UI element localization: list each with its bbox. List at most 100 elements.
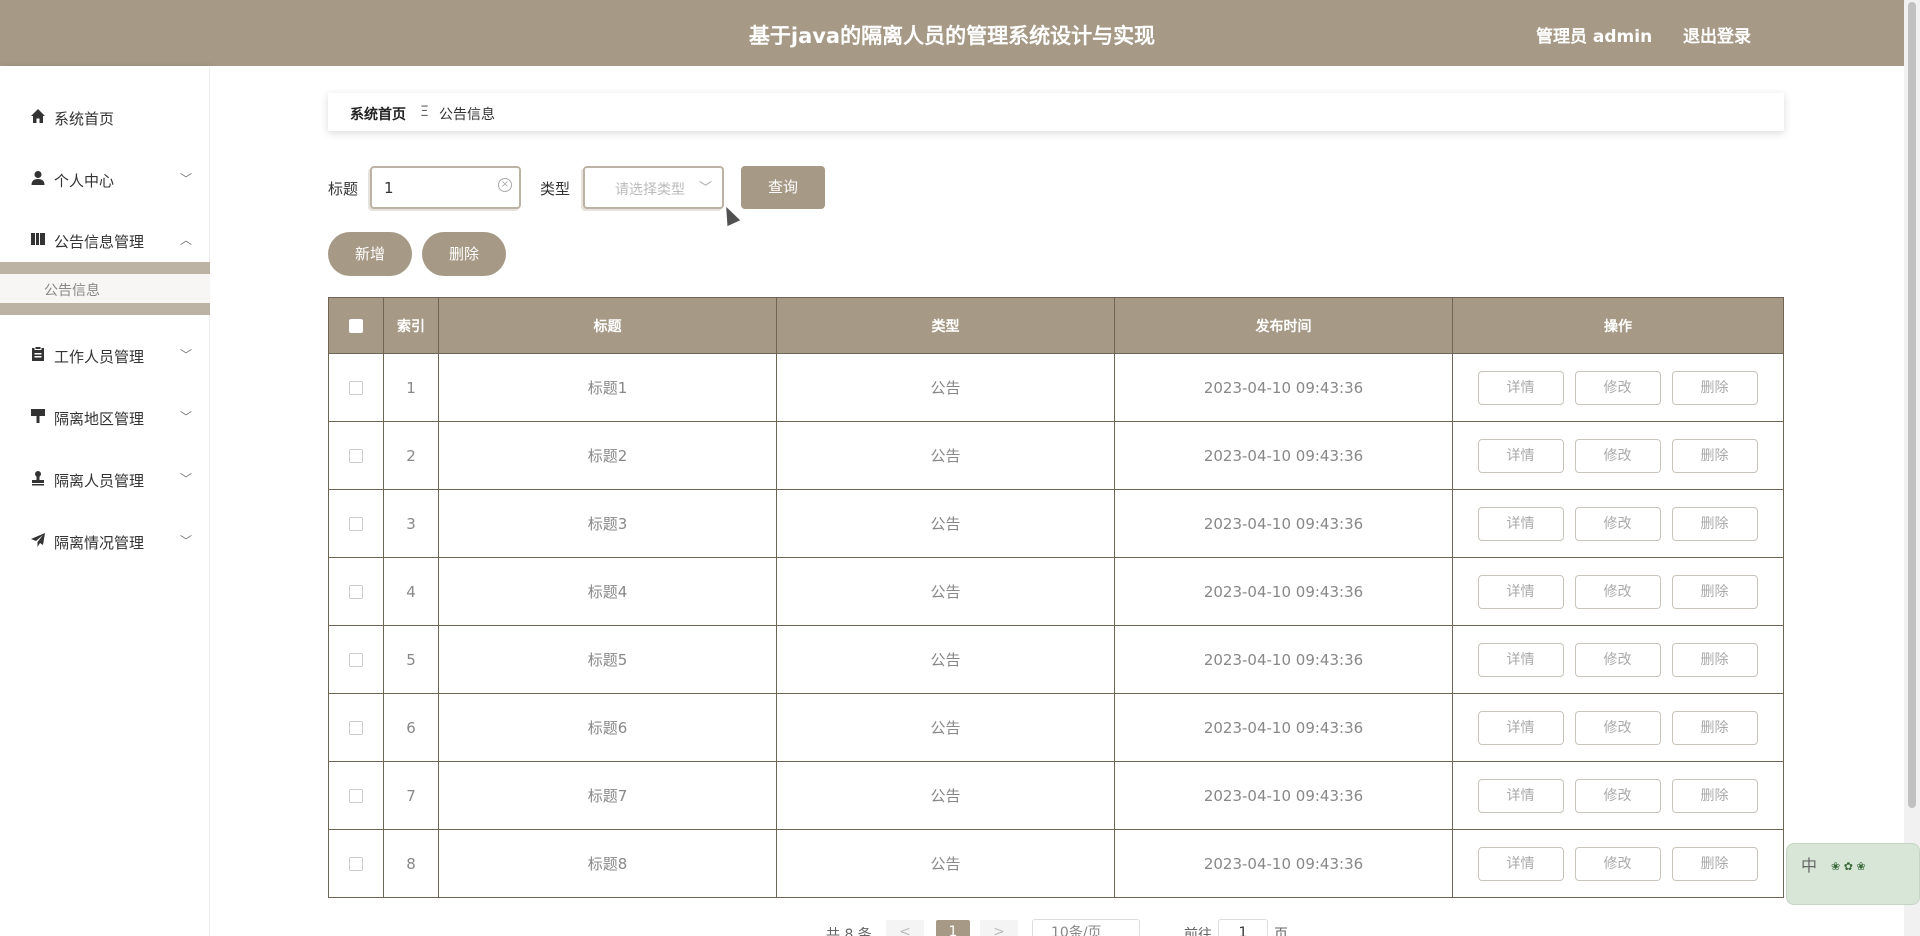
clipboard-icon <box>30 346 46 362</box>
detail-button[interactable]: 详情 <box>1477 642 1564 677</box>
detail-button[interactable]: 详情 <box>1477 710 1564 745</box>
sidebar-item-label: 个人中心 <box>54 172 115 190</box>
row-select-cell <box>329 422 384 489</box>
chevron-down-icon: ﹀ <box>699 181 713 196</box>
row-actions: 详情 修改 删除 <box>1453 354 1783 421</box>
delete-button[interactable]: 删除 <box>1671 370 1758 405</box>
type-filter-label: 类型 <box>540 180 571 198</box>
sidebar-item-notice-management[interactable]: 公告信息管理 ︿ <box>0 221 210 261</box>
row-index: 5 <box>384 626 439 693</box>
top-header: 基于java的隔离人员的管理系统设计与实现 管理员 admin 退出登录 <box>0 0 1904 66</box>
row-checkbox[interactable] <box>349 856 363 871</box>
ime-widget[interactable]: 中 ❀ ✿ ❀ <box>1786 843 1920 905</box>
logout-button[interactable]: 退出登录 <box>1683 22 1751 47</box>
table-row: 3 标题3 公告 2023-04-10 09:43:36 详情 修改 删除 <box>329 489 1783 557</box>
table-row: 8 标题8 公告 2023-04-10 09:43:36 详情 修改 删除 <box>329 829 1783 897</box>
vertical-scrollbar[interactable] <box>1904 0 1920 936</box>
edit-button[interactable]: 修改 <box>1574 642 1661 677</box>
sidebar-item-label: 隔离人员管理 <box>54 472 145 490</box>
batch-delete-button[interactable]: 删除 <box>422 232 506 276</box>
row-type: 公告 <box>777 626 1115 693</box>
sidebar-subitem-notice-info[interactable]: 公告信息 <box>0 274 210 303</box>
row-checkbox[interactable] <box>349 584 363 599</box>
row-checkbox[interactable] <box>349 448 363 463</box>
row-index: 2 <box>384 422 439 489</box>
sidebar-item-label: 公告信息管理 <box>54 233 145 251</box>
scrollbar-thumb[interactable] <box>1908 2 1916 808</box>
row-type: 公告 <box>777 762 1115 829</box>
edit-button[interactable]: 修改 <box>1574 846 1661 881</box>
delete-button[interactable]: 删除 <box>1671 778 1758 813</box>
sidebar-item-personal-center[interactable]: 个人中心 ﹀ <box>0 160 210 200</box>
title-filter-input[interactable] <box>384 177 494 199</box>
ime-skin-icon: ❀ ✿ ❀ <box>1831 860 1866 873</box>
detail-button[interactable]: 详情 <box>1477 438 1564 473</box>
edit-button[interactable]: 修改 <box>1574 438 1661 473</box>
row-select-cell <box>329 490 384 557</box>
sidebar-item-person-management[interactable]: 隔离人员管理 ﹀ <box>0 460 210 500</box>
next-page-button[interactable]: > <box>980 920 1018 936</box>
row-index: 3 <box>384 490 439 557</box>
goto-page-input[interactable]: 1 <box>1218 919 1268 936</box>
row-time: 2023-04-10 09:43:36 <box>1115 354 1453 421</box>
chevron-down-icon: ﹀ <box>180 472 193 486</box>
row-checkbox[interactable] <box>349 720 363 735</box>
delete-button[interactable]: 删除 <box>1671 574 1758 609</box>
row-title: 标题7 <box>439 762 777 829</box>
select-all-checkbox[interactable] <box>349 318 363 333</box>
row-index: 6 <box>384 694 439 761</box>
table-header: 索引 标题 类型 发布时间 操作 <box>329 298 1783 353</box>
type-select[interactable]: 请选择类型 ﹀ <box>583 166 724 209</box>
prev-page-button[interactable]: < <box>886 920 924 936</box>
row-title: 标题8 <box>439 830 777 897</box>
goto-label: 前往 <box>1184 927 1212 936</box>
row-checkbox[interactable] <box>349 788 363 803</box>
delete-button[interactable]: 删除 <box>1671 438 1758 473</box>
page-size-select[interactable]: 10条/页 <box>1032 919 1140 936</box>
sidebar-item-staff-management[interactable]: 工作人员管理 ﹀ <box>0 336 210 376</box>
sidebar-item-area-management[interactable]: 隔离地区管理 ﹀ <box>0 398 210 438</box>
header-title: 标题 <box>439 298 777 353</box>
delete-button[interactable]: 删除 <box>1671 846 1758 881</box>
detail-button[interactable]: 详情 <box>1477 506 1564 541</box>
edit-button[interactable]: 修改 <box>1574 710 1661 745</box>
sidebar-item-status-management[interactable]: 隔离情况管理 ﹀ <box>0 522 210 562</box>
delete-button[interactable]: 删除 <box>1671 642 1758 677</box>
clear-icon[interactable]: × <box>498 178 512 192</box>
detail-button[interactable]: 详情 <box>1477 370 1564 405</box>
submenu-divider <box>0 262 210 274</box>
page-number[interactable]: 1 <box>936 920 970 936</box>
row-actions: 详情 修改 删除 <box>1453 762 1783 829</box>
row-index: 4 <box>384 558 439 625</box>
row-type: 公告 <box>777 694 1115 761</box>
detail-button[interactable]: 详情 <box>1477 778 1564 813</box>
user-icon <box>30 170 46 186</box>
detail-button[interactable]: 详情 <box>1477 846 1564 881</box>
sidebar-item-label: 隔离地区管理 <box>54 410 145 428</box>
edit-button[interactable]: 修改 <box>1574 778 1661 813</box>
row-time: 2023-04-10 09:43:36 <box>1115 626 1453 693</box>
sidebar-item-home[interactable]: 系统首页 <box>0 98 210 138</box>
row-time: 2023-04-10 09:43:36 <box>1115 490 1453 557</box>
header-time: 发布时间 <box>1115 298 1453 353</box>
row-checkbox[interactable] <box>349 380 363 395</box>
edit-button[interactable]: 修改 <box>1574 506 1661 541</box>
query-button[interactable]: 查询 <box>741 166 825 209</box>
row-checkbox[interactable] <box>349 652 363 667</box>
row-actions: 详情 修改 删除 <box>1453 558 1783 625</box>
edit-button[interactable]: 修改 <box>1574 370 1661 405</box>
row-actions: 详情 修改 删除 <box>1453 694 1783 761</box>
type-select-placeholder: 请选择类型 <box>615 182 685 198</box>
table-row: 4 标题4 公告 2023-04-10 09:43:36 详情 修改 删除 <box>329 557 1783 625</box>
detail-button[interactable]: 详情 <box>1477 574 1564 609</box>
table-row: 5 标题5 公告 2023-04-10 09:43:36 详情 修改 删除 <box>329 625 1783 693</box>
row-checkbox[interactable] <box>349 516 363 531</box>
add-button[interactable]: 新增 <box>328 232 412 276</box>
delete-button[interactable]: 删除 <box>1671 710 1758 745</box>
page-suffix: 页 <box>1274 927 1288 936</box>
delete-button[interactable]: 删除 <box>1671 506 1758 541</box>
chevron-down-icon: ﹀ <box>180 410 193 424</box>
breadcrumb-home[interactable]: 系统首页 <box>350 104 406 124</box>
edit-button[interactable]: 修改 <box>1574 574 1661 609</box>
chevron-down-icon: ﹀ <box>180 534 193 548</box>
